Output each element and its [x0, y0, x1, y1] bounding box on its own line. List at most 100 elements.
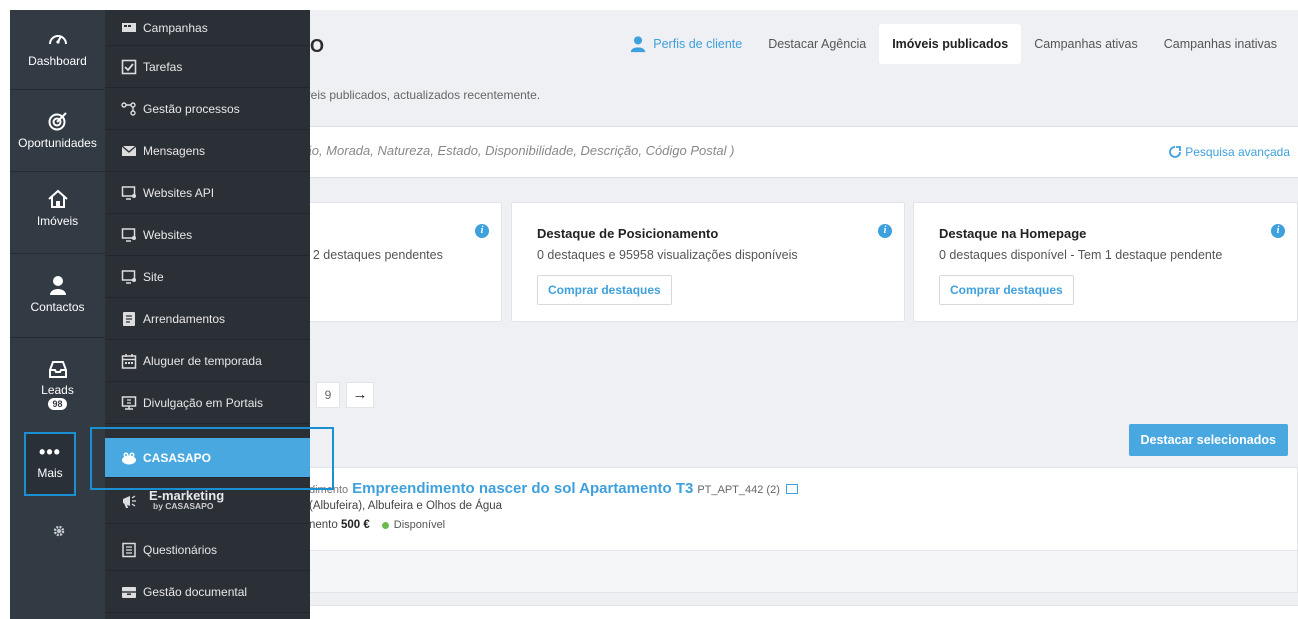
highlight-card-posicionamento: Destaque de Posicionamento 0 destaques e…	[511, 202, 905, 322]
menu-item-site[interactable]: Site	[105, 256, 310, 298]
campaign-icon	[122, 22, 136, 32]
menu-item-websites-api[interactable]: Websites API	[105, 172, 310, 214]
listing-location: (Albufeira), Albufeira e Olhos de Água	[309, 500, 503, 512]
menu-item-label: E-marketing	[149, 487, 225, 503]
sidebar-item-dashboard[interactable]: Dashboard	[10, 10, 105, 90]
monitor-icon	[121, 185, 136, 200]
sidebar-item-label: Contactos	[30, 300, 85, 314]
buy-highlights-button[interactable]: Comprar destaques	[939, 275, 1074, 305]
tab-campanhas-inativas[interactable]: Campanhas inativas	[1151, 24, 1290, 64]
user-icon	[631, 36, 646, 53]
menu-item-label: Mensagens	[143, 143, 206, 158]
pagination: ... 9 →	[300, 382, 375, 408]
menu-item-websites[interactable]: Websites	[105, 214, 310, 256]
menu-item-label: Divulgação em Portais	[143, 395, 264, 410]
megaphone-icon	[123, 494, 136, 508]
menu-item-label: Tarefas	[143, 59, 183, 74]
buy-highlights-button[interactable]: Comprar destaques	[537, 275, 672, 305]
menu-item-label: Site	[143, 269, 164, 284]
sidebar-item-oportunidades[interactable]: Oportunidades	[10, 90, 105, 172]
listing-ref: PT_APT_442 (2)	[697, 484, 780, 496]
gear-icon[interactable]	[52, 524, 66, 538]
calendar-icon	[121, 353, 137, 369]
advanced-search-label: Pesquisa avançada	[1185, 145, 1290, 159]
menu-item-label: Arrendamentos	[143, 311, 226, 326]
sidebar-item-contactos[interactable]: Contactos	[10, 254, 105, 338]
menu-item-campanhas[interactable]: Campanhas	[105, 10, 310, 46]
card-title: Destaque de Posicionamento	[537, 226, 719, 241]
menu-item-label: Websites	[143, 227, 193, 242]
portal-icon	[121, 395, 137, 410]
contract-icon	[123, 311, 135, 326]
search-input[interactable]	[298, 143, 858, 158]
casasapo-highlight-frame	[90, 427, 334, 490]
menu-item-sublabel: by CASASAPO	[153, 500, 214, 511]
info-icon[interactable]: i	[878, 224, 892, 238]
menu-item-label: Gestão documental	[143, 584, 248, 599]
sidebar-item-label: Oportunidades	[18, 136, 97, 150]
leads-count-badge: 98	[48, 398, 67, 410]
tab-perfis-de-cliente[interactable]: Perfis de cliente	[616, 24, 755, 64]
monitor-icon	[121, 269, 136, 284]
mail-icon	[121, 144, 137, 156]
menu-item-questionarios[interactable]: Questionários	[105, 529, 310, 571]
menu-item-label: Questionários	[143, 542, 218, 557]
menu-item-label: Aluguer de temporada	[143, 353, 262, 368]
sidebar-item-label: Mais	[37, 466, 63, 480]
tab-label: Perfis de cliente	[653, 37, 743, 51]
info-icon[interactable]: i	[475, 224, 489, 238]
page-subtitle: óveis publicados, actualizados recenteme…	[298, 88, 541, 102]
listing-title-link[interactable]: Empreendimento nascer do sol Apartamento…	[352, 480, 693, 497]
sidebar: Dashboard Oportunidades Imóveis Contacto…	[10, 10, 105, 619]
menu-item-label: Websites API	[143, 185, 215, 200]
mail-icon[interactable]	[785, 484, 798, 494]
more-menu: Campanhas Tarefas Gestão processos Mensa…	[105, 10, 310, 619]
target-icon	[48, 112, 67, 131]
info-icon[interactable]: i	[1271, 224, 1285, 238]
status-badge: Disponível	[381, 519, 446, 531]
card-text: m 2 destaques pendentes	[299, 248, 443, 262]
checkbox-icon	[121, 59, 137, 74]
menu-item-gestao-processos[interactable]: Gestão processos	[105, 88, 310, 130]
sidebar-item-label: Dashboard	[28, 54, 87, 68]
tab-destacar-agencia[interactable]: Destacar Agência	[755, 24, 879, 64]
highlight-selected-button[interactable]: Destacar selecionados	[1128, 424, 1288, 456]
more-dots-icon: •••	[39, 442, 61, 462]
menu-item-mensagens[interactable]: Mensagens	[105, 130, 310, 172]
menu-item-aluguer-de-temporada[interactable]: Aluguer de temporada	[105, 340, 310, 382]
monitor-icon	[121, 227, 136, 242]
next-page-button[interactable]: →	[346, 382, 375, 408]
advanced-search-link[interactable]: Pesquisa avançada	[1169, 145, 1290, 159]
tab-campanhas-ativas[interactable]: Campanhas ativas	[1021, 24, 1151, 64]
gauge-icon	[48, 35, 67, 45]
menu-item-arrendamentos[interactable]: Arrendamentos	[105, 298, 310, 340]
card-text: 0 destaques e 95958 visualizações dispon…	[537, 248, 798, 262]
listing-price-prefix: nento	[309, 519, 338, 531]
page-button-last[interactable]: 9	[316, 382, 341, 408]
tabs: Perfis de cliente Destacar Agência Imóve…	[616, 24, 1290, 64]
form-icon	[122, 542, 136, 557]
menu-item-tarefas[interactable]: Tarefas	[105, 46, 310, 88]
listing-price: 500 €	[340, 519, 370, 531]
sidebar-item-leads[interactable]: Leads 98	[10, 338, 105, 422]
status-dot-icon	[381, 521, 389, 529]
card-title: Destaque na Homepage	[939, 226, 1087, 241]
card-text: 0 destaques disponível - Tem 1 destaque …	[939, 248, 1223, 262]
menu-item-gestao-documental[interactable]: Gestão documental	[105, 571, 310, 613]
menu-item-label: Campanhas	[143, 20, 208, 35]
menu-item-divulgacao-em-portais[interactable]: Divulgação em Portais	[105, 382, 310, 424]
home-icon	[47, 189, 68, 208]
highlight-card-homepage: Destaque na Homepage 0 destaques disponí…	[913, 202, 1298, 322]
status-label: Disponível	[393, 519, 446, 531]
sidebar-item-imoveis[interactable]: Imóveis	[10, 172, 105, 254]
process-icon	[121, 101, 136, 116]
inbox-icon	[48, 361, 67, 378]
sidebar-item-mais[interactable]: ••• Mais	[24, 432, 76, 496]
drawer-icon	[122, 586, 136, 598]
user-icon	[49, 276, 66, 295]
sidebar-item-label: Leads	[41, 383, 74, 397]
sidebar-item-label: Imóveis	[36, 214, 79, 228]
advanced-search-icon	[1169, 146, 1182, 158]
menu-item-label: Gestão processos	[143, 101, 240, 116]
tab-imoveis-publicados[interactable]: Imóveis publicados	[879, 24, 1022, 64]
